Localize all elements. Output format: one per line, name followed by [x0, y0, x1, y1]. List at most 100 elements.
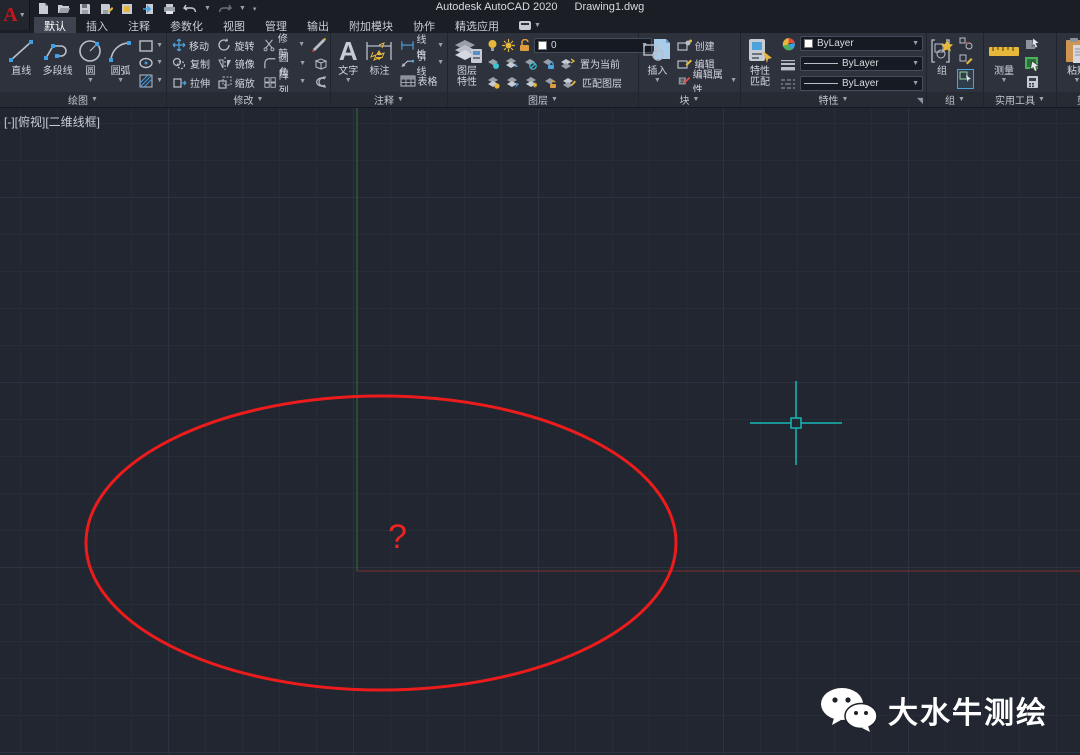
layer-unlock-icon[interactable] [519, 39, 530, 52]
polyline-tool[interactable]: 多段线 [39, 35, 75, 78]
mirror-tool[interactable]: 镜像 [218, 56, 258, 71]
layer-thaw-icon[interactable] [502, 39, 515, 52]
copy-tool[interactable]: 复制 [172, 56, 212, 71]
app-menu-button[interactable]: A ▼ [0, 0, 30, 30]
chevron-down-icon: ▼ [730, 78, 737, 84]
group-tool[interactable]: 组 [929, 35, 955, 78]
explode-tool[interactable] [312, 57, 327, 70]
window-title: Autodesk AutoCAD 2020 Drawing1.dwg [0, 1, 1080, 13]
stretch-tool[interactable]: 拉伸 [172, 75, 212, 90]
match-layer-tool[interactable]: 匹配图层 [582, 75, 622, 90]
tab-home[interactable]: 默认 [34, 17, 76, 33]
chevron-down-icon: ▼ [693, 96, 700, 103]
lineweight-dropdown[interactable]: ByLayer ▼ [800, 56, 923, 71]
make-current-icon[interactable] [560, 57, 575, 70]
text-tool[interactable]: A 文字 ▼ [334, 35, 362, 84]
lineweight-icon[interactable] [780, 60, 796, 72]
panel-annotation: A 文字 ▼ 标注 线性 ▼ [331, 33, 448, 107]
offset-tool[interactable] [312, 76, 327, 88]
layer-select-dropdown[interactable]: 0 ▼ [534, 38, 652, 53]
linetype-dropdown[interactable]: ByLayer ▼ [800, 76, 923, 91]
rectangle-tool[interactable]: ▼ [138, 37, 163, 54]
chevron-down-icon: ▼ [958, 96, 965, 103]
chevron-down-icon: ▼ [257, 96, 264, 103]
title-bar: A ▼ ▼ ▼ ▾ [0, 0, 1080, 17]
layer-unlock-small-icon[interactable] [544, 76, 557, 89]
layer-state-1-icon[interactable] [487, 76, 501, 89]
panel-properties: 特性 匹配 ByLayer ▼ [741, 33, 927, 107]
drawing-canvas[interactable]: [-][俯视][二维线框] ? [0, 108, 1080, 755]
object-color-dropdown[interactable]: ByLayer ▼ [800, 36, 923, 51]
table-tool[interactable]: 表格 [400, 72, 444, 89]
chevron-down-icon: ▼ [654, 78, 661, 84]
line-tool[interactable]: 直线 [3, 35, 39, 78]
set-current-tool[interactable]: 置为当前 [580, 56, 620, 71]
ellipse-object[interactable] [86, 396, 676, 690]
arc-tool[interactable]: 圆弧 ▼ [105, 35, 136, 84]
panel-label-modify[interactable]: 修改 ▼ [167, 92, 330, 107]
hatch-tool[interactable]: ▼ [138, 72, 163, 89]
tab-view[interactable]: 视图 [213, 17, 255, 33]
group-edit-icon[interactable] [959, 53, 973, 66]
layer-state-3-icon[interactable] [525, 76, 539, 89]
tab-collaborate[interactable]: 协作 [403, 17, 445, 33]
dimension-tool[interactable]: 标注 [362, 35, 396, 78]
create-block-tool[interactable]: 创建 [677, 37, 737, 54]
select-all-icon[interactable] [1024, 56, 1040, 71]
insert-block-tool[interactable]: 插入 ▼ [642, 35, 673, 84]
circle-icon [77, 36, 103, 66]
panel-label-block[interactable]: 块 ▼ [639, 92, 740, 107]
layer-isolate-icon[interactable] [487, 57, 500, 70]
linetype-preview [804, 83, 838, 84]
tab-insert[interactable]: 插入 [76, 17, 118, 33]
leader-tool[interactable]: 引线 ▼ [400, 55, 444, 72]
panel-label-annotation[interactable]: 注释 ▼ [331, 92, 447, 107]
layer-lock-icon[interactable] [542, 57, 555, 70]
ribbon-display-toggle[interactable]: ▼ [519, 17, 541, 33]
panel-label-clipboard[interactable]: 剪贴板 [1057, 92, 1080, 107]
scale-tool[interactable]: 缩放 [218, 75, 258, 90]
paste-tool[interactable]: 粘贴 ▼ [1060, 35, 1080, 84]
chevron-down-icon: ▼ [437, 43, 444, 49]
layer-on-icon[interactable] [487, 39, 498, 52]
tab-parametric[interactable]: 参数化 [160, 17, 213, 33]
erase-tool[interactable] [311, 38, 327, 52]
panel-label-layers[interactable]: 图层 ▼ [448, 92, 638, 107]
ribbon-tab-bar: 默认 插入 注释 参数化 视图 管理 输出 附加模块 协作 精选应用 ▼ [0, 17, 1080, 33]
stretch-icon [172, 76, 187, 89]
edit-attributes-tool[interactable]: 编辑属性 ▼ [677, 72, 737, 89]
group-selection-toggle[interactable] [957, 69, 974, 89]
rotate-tool[interactable]: 旋转 [217, 38, 256, 53]
panel-label-utilities[interactable]: 实用工具 ▼ [984, 92, 1056, 107]
layer-off-icon[interactable] [524, 57, 537, 70]
match-properties-icon [746, 36, 774, 66]
tab-output[interactable]: 输出 [297, 17, 339, 33]
tab-addins[interactable]: 附加模块 [339, 17, 403, 33]
quick-select-icon[interactable] [1025, 37, 1040, 51]
match-properties-tool[interactable]: 特性 匹配 [744, 35, 776, 88]
panel-label-draw[interactable]: 绘图 ▼ [0, 92, 166, 107]
array-icon [264, 76, 276, 89]
linetype-icon[interactable] [780, 79, 796, 89]
layer-freeze-layers-icon[interactable] [505, 57, 519, 70]
ungroup-icon[interactable] [959, 37, 973, 50]
measure-tool[interactable]: 测量 ▼ [987, 35, 1021, 84]
dialog-launcher-icon[interactable]: ◥ [917, 96, 923, 105]
match-layer-icon[interactable] [562, 76, 577, 89]
panel-label-properties[interactable]: 特性 ▼ ◥ [741, 92, 926, 107]
layer-properties-tool[interactable]: 图层 特性 [451, 35, 483, 88]
ellipse-tool[interactable]: ▼ [138, 55, 163, 72]
chevron-down-icon: ▼ [91, 96, 98, 103]
panel-label-groups[interactable]: 组 ▼ [927, 92, 983, 107]
ribbon-state-icon [519, 21, 531, 30]
group-selection-icon [959, 71, 972, 83]
tab-featured-apps[interactable]: 精选应用 [445, 17, 509, 33]
circle-tool[interactable]: 圆 ▼ [76, 35, 105, 84]
tab-manage[interactable]: 管理 [255, 17, 297, 33]
move-tool[interactable]: 移动 [172, 38, 211, 53]
erase-icon [311, 38, 327, 52]
quick-calculator-icon[interactable] [1026, 75, 1039, 89]
tab-annotate[interactable]: 注释 [118, 17, 160, 33]
color-wheel-icon[interactable] [781, 37, 796, 52]
layer-state-2-icon[interactable] [506, 76, 520, 89]
